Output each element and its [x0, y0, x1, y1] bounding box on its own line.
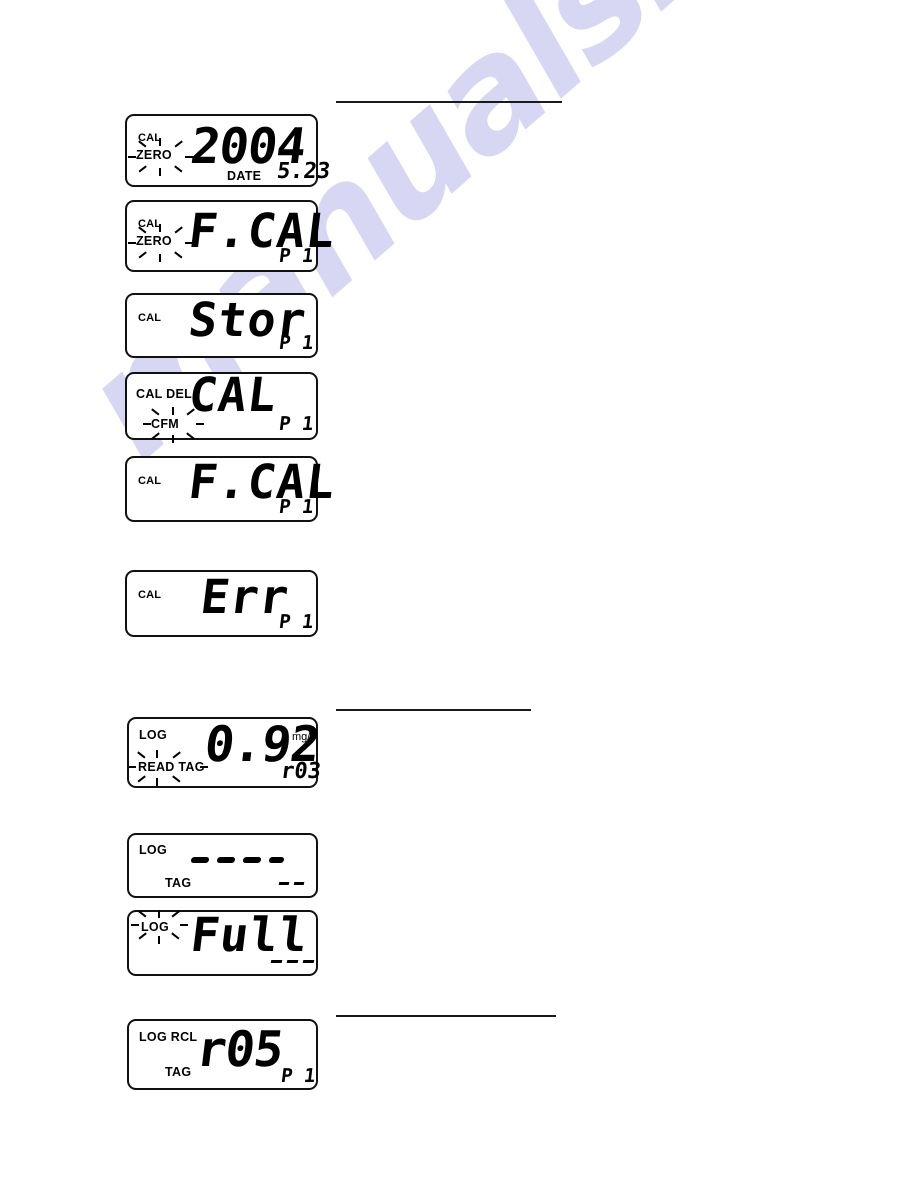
readout-corner: P 1: [277, 413, 315, 435]
annunciator-date: DATE: [227, 169, 262, 183]
readout-main: Err: [197, 570, 293, 625]
readout-corner: P 1: [277, 496, 315, 518]
readout-corner: P 1: [277, 611, 315, 633]
annunciator-cal: CAL: [138, 218, 162, 230]
readout-corner: r03: [279, 759, 323, 784]
readout-main: F.CAL: [185, 455, 339, 510]
readout-corner: P 1: [277, 245, 315, 267]
readout-main: CAL: [185, 368, 281, 423]
annunciator-cal: CAL: [138, 475, 162, 487]
lcd-display-log-rcl-r05: LOG RCL TAG r05 P 1: [127, 1019, 318, 1090]
readout-main: r05: [193, 1021, 287, 1078]
annunciator-log: LOG: [139, 728, 167, 742]
lcd-display-year-date: CAL ZERO 2004 DATE 5.23: [125, 114, 332, 187]
readout-date-value: 5.23: [275, 159, 332, 184]
readout-corner-blank: [270, 960, 315, 963]
lcd-display-log-tag-blank: LOG TAG - - - - - -: [127, 833, 318, 898]
annunciator-log-rcl: LOG RCL: [139, 1030, 198, 1044]
document-page: manualshive.com CAL ZERO 2004 DATE 5.23: [0, 0, 918, 1188]
annunciator-cal: CAL: [138, 589, 162, 601]
readout-corner-blank: [278, 882, 305, 885]
annunciator-zero: ZERO: [136, 234, 172, 248]
annunciator-read-tag: READ TAG: [138, 760, 205, 774]
readout-main: Full: [187, 908, 312, 963]
section-rule-top: [336, 101, 562, 103]
lcd-display-log-full: LOG Full - - -: [127, 908, 318, 976]
annunciator-tag: TAG: [165, 876, 192, 890]
readout-main: F.CAL: [185, 204, 339, 259]
readout-main-blank-bars: [190, 857, 285, 863]
lcd-display-log-reading: LOG READ TAG 0.92 mg/l r03: [127, 716, 323, 788]
readout-unit: mg/l: [292, 731, 313, 743]
annunciator-log: LOG: [139, 843, 167, 857]
lcd-display-error: CAL Err P 1: [125, 570, 318, 637]
section-rule-bottom: [336, 1015, 556, 1017]
lcd-display-stor-p1: CAL Stor P 1: [125, 293, 318, 358]
lcd-display-fcal-p1: CAL ZERO F.CAL P 1: [125, 200, 339, 272]
annunciator-cal: CAL: [138, 132, 162, 144]
annunciator-cfm: CFM: [151, 417, 179, 431]
section-rule-middle: [336, 709, 531, 711]
annunciator-log: LOG: [141, 920, 169, 934]
annunciator-tag: TAG: [165, 1065, 192, 1079]
lcd-display-fcal-confirm: CAL F.CAL P 1: [125, 455, 339, 522]
annunciator-cal: CAL: [138, 312, 162, 324]
lcd-display-cal-del-cfm: CAL DEL CFM CAL P 1: [125, 368, 318, 443]
annunciator-zero: ZERO: [136, 148, 172, 162]
annunciator-cal-del: CAL DEL: [136, 387, 193, 401]
readout-corner: P 1: [279, 1065, 317, 1087]
readout-corner: P 1: [277, 332, 315, 354]
